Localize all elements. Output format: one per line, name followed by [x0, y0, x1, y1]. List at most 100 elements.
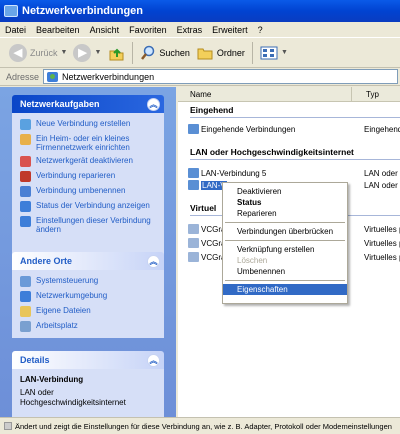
task-view-status[interactable]: Status der Verbindung anzeigen — [20, 201, 156, 212]
address-label: Adresse — [6, 71, 40, 82]
details-name: LAN-Verbindung — [20, 375, 84, 384]
group-lan: LAN oder Hochgeschwindigkeitsinternet — [190, 147, 354, 157]
other-places-body: Systemsteuerung Netzwerkumgebung Eigene … — [12, 270, 164, 338]
up-folder-button[interactable] — [104, 41, 128, 65]
new-connection-icon — [20, 119, 31, 130]
type-cell: Virtuelles p — [364, 253, 400, 262]
task-new-connection[interactable]: Neue Verbindung erstellen — [20, 119, 156, 130]
lan-connection-icon — [188, 180, 199, 190]
details-panel: Details ︽ LAN-Verbindung LAN oder Hochge… — [12, 351, 164, 417]
status-text: Ändert und zeigt die Einstellungen für d… — [15, 421, 392, 431]
views-button[interactable]: ▼ — [257, 41, 291, 65]
virtual-adapter-icon — [188, 238, 199, 248]
menu-delete: Löschen — [237, 256, 268, 265]
virtual-adapter-icon — [188, 252, 199, 262]
task-home-network[interactable]: Ein Heim- oder ein kleines Firmennetzwer… — [20, 134, 156, 152]
menu-datei[interactable]: Datei — [0, 25, 31, 35]
type-cell: LAN oder — [364, 169, 398, 178]
group-virtual: Virtuel — [190, 203, 217, 213]
network-tasks-header[interactable]: Netzwerkaufgaben ︽ — [12, 95, 164, 113]
home-network-icon — [20, 134, 31, 145]
list-item[interactable]: LAN-Verbindung 5 — [188, 167, 266, 179]
rename-icon — [20, 186, 31, 197]
title-bar: Netzwerkverbindungen — [0, 0, 400, 22]
menu-favoriten[interactable]: Favoriten — [124, 25, 172, 35]
folders-icon — [197, 48, 213, 59]
network-connections-icon — [47, 71, 59, 82]
menu-extras[interactable]: Extras — [172, 25, 208, 35]
dropdown-caret-icon: ▼ — [280, 49, 288, 56]
menu-separator — [225, 222, 345, 223]
list-item[interactable]: Eingehende Verbindungen — [188, 123, 295, 135]
status-bar: Ändert und zeigt die Einstellungen für d… — [0, 417, 400, 434]
network-neighborhood-icon — [20, 291, 31, 302]
type-cell: Eingehende — [364, 125, 400, 134]
column-type[interactable]: Typ — [352, 90, 379, 99]
list-item[interactable]: VCGra — [188, 251, 225, 263]
menu-help[interactable]: ? — [253, 25, 268, 35]
context-menu: Deaktivieren Status Reparieren Verbindun… — [222, 182, 348, 304]
task-change-settings[interactable]: Einstellungen dieser Verbindung ändern — [20, 216, 156, 234]
menu-separator — [225, 240, 345, 241]
task-disable-device[interactable]: Netzwerkgerät deaktivieren — [20, 156, 156, 167]
toolbar-separator — [251, 41, 253, 64]
status-icon — [20, 201, 31, 212]
menu-erweitert[interactable]: Erweitert — [207, 25, 253, 35]
menu-rename[interactable]: Umbenennen — [223, 266, 347, 277]
menu-properties[interactable]: Eigenschaften — [223, 284, 347, 295]
type-cell: LAN oder — [364, 181, 398, 190]
place-my-computer[interactable]: Arbeitsplatz — [20, 321, 156, 332]
network-tasks-body: Neue Verbindung erstellen Ein Heim- oder… — [12, 113, 164, 259]
address-value: Netzwerkverbindungen — [62, 71, 155, 82]
list-item-selected[interactable]: LAN-V — [188, 179, 227, 191]
list-item[interactable]: VCGra — [188, 237, 225, 249]
type-cell: Virtuelles p — [364, 239, 400, 248]
menu-create-shortcut[interactable]: Verknüpfung erstellen — [223, 244, 347, 255]
settings-icon — [20, 216, 31, 227]
other-places-header[interactable]: Andere Orte ︽ — [12, 252, 164, 270]
forward-button[interactable]: ▶ ▼ — [70, 41, 104, 65]
details-body: LAN-Verbindung LAN oder Hochgeschwindigk… — [12, 369, 164, 417]
collapse-chevron-icon[interactable]: ︽ — [147, 353, 160, 367]
status-icon — [4, 422, 12, 430]
group-divider — [190, 159, 400, 160]
search-icon — [141, 45, 155, 60]
group-divider — [190, 117, 400, 118]
place-network-neighborhood[interactable]: Netzwerkumgebung — [20, 291, 156, 302]
network-tasks-panel: Netzwerkaufgaben ︽ Neue Verbindung erste… — [12, 95, 164, 259]
menu-status[interactable]: Status — [223, 197, 347, 208]
back-button[interactable]: ◀ Zurück ▼ — [6, 41, 70, 65]
task-rename-connection[interactable]: Verbindung umbenennen — [20, 186, 156, 197]
details-header[interactable]: Details ︽ — [12, 351, 164, 369]
my-documents-icon — [20, 306, 31, 317]
type-cell: Virtuelles p — [364, 225, 400, 234]
folders-button[interactable]: Ordner — [193, 41, 248, 65]
menu-repair[interactable]: Reparieren — [223, 208, 347, 219]
repair-icon — [20, 171, 31, 182]
control-panel-icon — [20, 276, 31, 287]
menu-bearbeiten[interactable]: Bearbeiten — [31, 25, 85, 35]
menu-deactivate[interactable]: Deaktivieren — [223, 186, 347, 197]
menu-bridge-connections[interactable]: Verbindungen überbrücken — [223, 226, 347, 237]
address-field[interactable]: Netzwerkverbindungen — [43, 69, 398, 84]
task-repair-connection[interactable]: Verbindung reparieren — [20, 171, 156, 182]
virtual-adapter-icon — [188, 224, 199, 234]
column-name[interactable]: Name — [178, 87, 352, 101]
menu-ansicht[interactable]: Ansicht — [85, 25, 125, 35]
menu-separator — [225, 280, 345, 281]
toolbar: ◀ Zurück ▼ ▶ ▼ Suchen Ordner ▼ — [0, 38, 400, 68]
place-my-documents[interactable]: Eigene Dateien — [20, 306, 156, 317]
dropdown-caret-icon: ▼ — [60, 49, 68, 56]
forward-arrow-icon: ▶ — [73, 43, 92, 62]
details-text: LAN oder Hochgeschwindigkeitsinternet — [20, 388, 126, 407]
my-computer-icon — [20, 321, 31, 332]
toolbar-separator — [132, 41, 134, 64]
group-incoming: Eingehend — [190, 105, 234, 115]
place-control-panel[interactable]: Systemsteuerung — [20, 276, 156, 287]
collapse-chevron-icon[interactable]: ︽ — [147, 97, 160, 111]
search-button[interactable]: Suchen — [137, 41, 193, 65]
list-item[interactable]: VCGra — [188, 223, 225, 235]
other-places-panel: Andere Orte ︽ Systemsteuerung Netzwerkum… — [12, 252, 164, 338]
collapse-chevron-icon[interactable]: ︽ — [147, 254, 160, 268]
menu-bar: Datei Bearbeiten Ansicht Favoriten Extra… — [0, 22, 400, 38]
